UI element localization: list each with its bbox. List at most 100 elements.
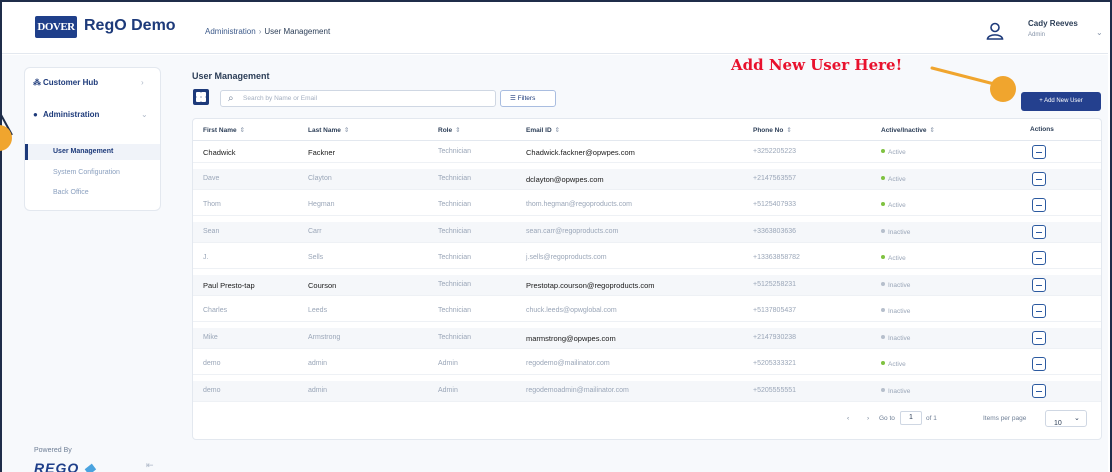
row-actions-icon[interactable] — [1032, 383, 1046, 398]
user-role: Admin — [1028, 32, 1046, 38]
next-page-button[interactable]: › — [867, 415, 869, 422]
sort-icon[interactable]: ⇕ — [344, 127, 349, 134]
cell-email[interactable]: j.sells@regoproducts.com — [526, 254, 607, 261]
table-row[interactable]: Thom Hegman Technician thom.hegman@regoprod… — [193, 195, 1101, 216]
column-header-role[interactable]: Role ⇕ — [438, 126, 461, 134]
sidebar-item-customer-hub[interactable]: ⁂ Customer Hub › — [33, 78, 144, 87]
table-row[interactable]: Sean Carr Technician sean.carr@regoproducts… — [193, 221, 1101, 243]
sort-icon[interactable]: ⇕ — [555, 127, 560, 134]
cell-phone: +5137805437 — [753, 307, 797, 314]
row-actions-icon[interactable] — [1032, 171, 1046, 186]
dover-logo[interactable]: DOVER — [35, 16, 77, 38]
column-header-actions: Actions — [1030, 126, 1054, 133]
cell-email[interactable]: dclayton@opwpes.com — [526, 175, 604, 184]
page-number-input[interactable]: 1 — [900, 411, 922, 425]
row-actions-icon[interactable] — [1032, 277, 1046, 292]
table-row[interactable]: Chadwick Fackner Technician Chadwick.fackne… — [193, 142, 1101, 163]
cell-first: Charles — [203, 307, 228, 314]
callout-marker-dot — [990, 76, 1016, 102]
status-label: Active — [888, 202, 906, 209]
sort-icon[interactable]: ⇕ — [455, 127, 460, 134]
collapse-sidebar-icon[interactable]: ⇤ — [146, 460, 154, 471]
user-name[interactable]: Cady Reeves — [1028, 19, 1078, 28]
page-total-label: of 1 — [926, 415, 937, 422]
status-dot-icon — [881, 281, 885, 286]
person-icon: ● — [33, 110, 38, 119]
cell-email[interactable]: regodemoadmin@mailinator.com — [526, 387, 629, 394]
grid-view-icon[interactable] — [193, 89, 209, 105]
status-dot-icon — [881, 202, 885, 206]
cell-phone: +5125407933 — [753, 201, 797, 208]
row-actions-icon[interactable] — [1032, 357, 1046, 371]
cell-role: Technician — [438, 148, 472, 155]
cell-email[interactable]: Prestotap.courson@regoproducts.com — [526, 281, 655, 290]
status-label: Active — [888, 175, 906, 183]
cell-last: Armstrong — [308, 333, 341, 341]
status-dot-icon — [881, 334, 885, 339]
app-title[interactable]: RegO Demo — [84, 17, 176, 35]
status-badge: Active — [881, 202, 906, 209]
sidebar-item-system-configuration[interactable]: System Configuration — [25, 165, 160, 181]
cell-phone: +5125258231 — [753, 280, 797, 288]
cell-last: Courson — [308, 280, 337, 290]
items-per-page-select[interactable]: 10 ⌄ — [1045, 410, 1087, 427]
column-header-phone[interactable]: Phone No ⇕ — [753, 126, 792, 134]
table-row[interactable]: Dave Clayton Technician dclayton@opwpes.com… — [193, 168, 1101, 190]
cell-email[interactable]: sean.carr@regoproducts.com — [526, 228, 618, 235]
table-row[interactable]: Paul Presto-tap Courson Technician Prestota… — [193, 274, 1101, 296]
cell-email[interactable]: marmstrong@opwpes.com — [526, 334, 616, 343]
previous-page-button[interactable]: ‹ — [847, 415, 849, 422]
cell-email[interactable]: thom.hegman@regoproducts.com — [526, 201, 632, 208]
row-actions-icon[interactable] — [1032, 251, 1046, 265]
chevron-down-icon[interactable]: ⌄ — [1096, 28, 1103, 37]
status-label: Inactive — [888, 281, 911, 289]
cell-email[interactable]: Chadwick.fackner@opwpes.com — [526, 148, 635, 157]
cell-first: J. — [203, 254, 209, 261]
table-row[interactable]: demo admin Admin regodemo@mailinator.com +52… — [193, 354, 1101, 375]
powered-by-label: Powered By — [34, 447, 72, 454]
search-input[interactable]: ⌕ Search by Name or Email — [220, 90, 496, 107]
status-label: Inactive — [888, 334, 911, 342]
search-placeholder: Search by Name or Email — [243, 95, 318, 102]
sort-icon[interactable]: ⇕ — [930, 127, 935, 134]
cell-email[interactable]: chuck.leeds@opwglobal.com — [526, 307, 617, 314]
table-row[interactable]: Mike Armstrong Technician marmstrong@opwpes… — [193, 327, 1101, 349]
rego-logo: REGO ◆ — [34, 460, 96, 472]
column-header-first-name[interactable]: First Name ⇕ — [203, 126, 245, 134]
cell-first: Chadwick — [203, 148, 236, 157]
cell-role: Technician — [438, 280, 472, 288]
filters-button[interactable]: ☰ Filters — [500, 90, 556, 107]
user-avatar-icon[interactable] — [986, 22, 1004, 40]
cell-last: Leeds — [308, 307, 328, 314]
cell-role: Technician — [438, 307, 472, 314]
status-dot-icon — [881, 308, 885, 312]
sidebar-item-back-office[interactable]: Back Office — [25, 185, 160, 201]
cell-phone: +2147930238 — [753, 333, 797, 341]
cell-role: Admin — [438, 386, 458, 394]
breadcrumb-link-administration[interactable]: Administration — [205, 27, 256, 36]
status-badge: Inactive — [881, 228, 910, 236]
row-actions-icon[interactable] — [1032, 145, 1046, 159]
main-content: User Management ⌕ Search by Name or Emai… — [170, 55, 1108, 472]
cell-first: Paul Presto-tap — [203, 280, 255, 290]
table-row[interactable]: Charles Leeds Technician chuck.leeds@opwglo… — [193, 301, 1101, 322]
column-header-last-name[interactable]: Last Name ⇕ — [308, 126, 349, 134]
column-header-email[interactable]: Email ID ⇕ — [526, 126, 560, 134]
add-new-user-button[interactable]: + Add New User — [1021, 92, 1101, 111]
pagination: ‹ › Go to 1 of 1 Items per page 10 ⌄ — [193, 410, 1101, 430]
table-row[interactable]: J. Sells Technician j.sells@regoproducts.co… — [193, 248, 1101, 269]
cell-email[interactable]: regodemo@mailinator.com — [526, 360, 610, 367]
sidebar-item-administration[interactable]: ● Administration ⌄ — [33, 110, 148, 119]
row-actions-icon[interactable] — [1032, 224, 1046, 239]
row-actions-icon[interactable] — [1032, 330, 1046, 345]
row-actions-icon[interactable] — [1032, 198, 1046, 212]
cell-last: Hegman — [308, 201, 335, 208]
sidebar-item-label: Administration — [43, 110, 100, 119]
column-header-status[interactable]: Active/Inactive ⇕ — [881, 126, 935, 134]
sort-icon[interactable]: ⇕ — [240, 127, 245, 134]
row-actions-icon[interactable] — [1032, 304, 1046, 318]
items-per-page-value: 10 — [1054, 420, 1062, 427]
table-row[interactable]: demo admin Admin regodemoadmin@mailinator.c… — [193, 380, 1101, 402]
sort-icon[interactable]: ⇕ — [786, 127, 791, 134]
sidebar-item-user-management[interactable]: User Management — [25, 144, 160, 160]
